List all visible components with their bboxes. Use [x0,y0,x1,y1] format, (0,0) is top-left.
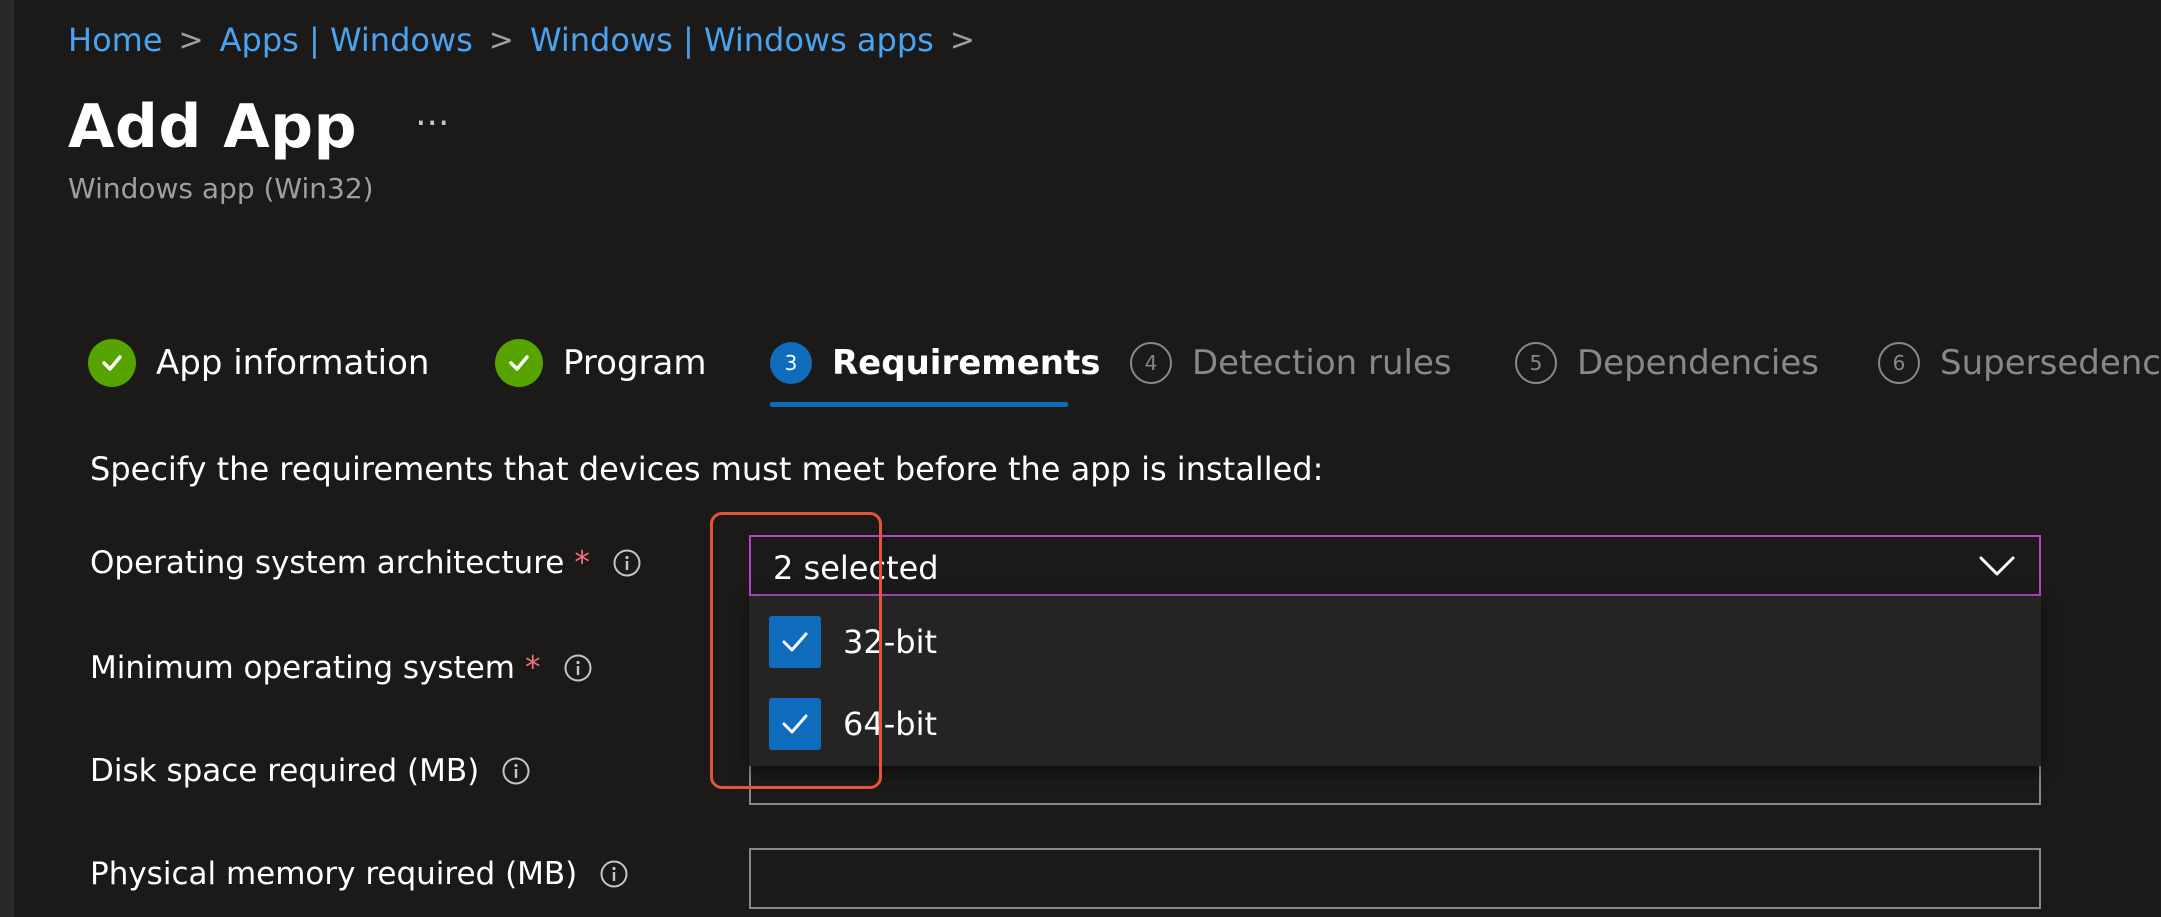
checkmark-icon [782,632,808,652]
chevron-right-icon: > [949,22,975,58]
title-row: Add App ··· [68,92,449,162]
physical-memory-input[interactable] [749,848,2041,909]
tab-dependencies[interactable]: 5 Dependencies [1515,330,1819,396]
step-number-icon: 4 [1130,342,1172,384]
breadcrumb-apps-windows[interactable]: Apps | Windows [220,21,473,59]
checkbox-checked[interactable] [769,616,821,668]
chevron-right-icon: > [488,22,514,58]
tab-supersedence[interactable]: 6 Supersedence [1878,330,2161,396]
tab-requirements[interactable]: 3 Requirements [770,330,1100,396]
tab-label: Requirements [832,343,1101,383]
field-label: Operating system architecture [90,545,565,581]
active-tab-indicator [770,402,1068,407]
chevron-down-icon [1979,556,2015,576]
os-architecture-label-row: Operating system architecture * [90,545,642,581]
field-label: Minimum operating system [90,650,515,686]
breadcrumb: Home > Apps | Windows > Windows | Window… [68,18,991,62]
tab-detection-rules[interactable]: 4 Detection rules [1130,330,1452,396]
required-marker: * [574,545,590,581]
tab-label: Dependencies [1577,343,1819,383]
field-label: Disk space required (MB) [90,753,480,789]
checkbox-checked[interactable] [769,698,821,750]
info-icon[interactable] [612,548,642,578]
tab-label: Detection rules [1192,343,1452,383]
breadcrumb-home[interactable]: Home [68,21,163,59]
step-number-icon: 6 [1878,342,1920,384]
step-number-icon: 5 [1515,342,1557,384]
tab-label: Program [563,343,707,383]
tab-label: Supersedence [1940,343,2161,383]
info-icon[interactable] [563,653,593,683]
wizard-steps: App information Program 3 Requirements 4… [88,330,2161,410]
more-icon[interactable]: ··· [415,103,449,144]
option-label: 32-bit [843,623,938,661]
os-architecture-dropdown[interactable]: 2 selected [749,535,2041,596]
checkmark-icon [495,339,543,387]
dropdown-selected-value: 2 selected [773,549,939,587]
requirements-intro: Specify the requirements that devices mu… [90,450,1324,488]
physical-memory-label-row: Physical memory required (MB) [90,856,629,892]
page-subtitle: Windows app (Win32) [68,172,374,205]
tab-app-information[interactable]: App information [88,330,429,396]
checkmark-icon [782,714,808,734]
tab-label: App information [156,343,430,383]
info-icon[interactable] [501,756,531,786]
field-label: Physical memory required (MB) [90,856,578,892]
checkmark-icon [88,339,136,387]
disk-space-label-row: Disk space required (MB) [90,753,531,789]
info-icon[interactable] [599,859,629,889]
option-label: 64-bit [843,705,938,743]
option-32-bit[interactable]: 32-bit [769,616,937,668]
step-number-icon: 3 [770,342,812,384]
left-edge-panel [0,0,14,917]
chevron-right-icon: > [178,22,204,58]
required-marker: * [525,650,541,686]
option-64-bit[interactable]: 64-bit [769,698,937,750]
os-architecture-options: 32-bit 64-bit [749,596,2041,766]
tab-program[interactable]: Program [495,330,706,396]
page-title: Add App [68,92,358,162]
breadcrumb-windows-apps[interactable]: Windows | Windows apps [530,21,934,59]
minimum-os-label-row: Minimum operating system * [90,650,593,686]
